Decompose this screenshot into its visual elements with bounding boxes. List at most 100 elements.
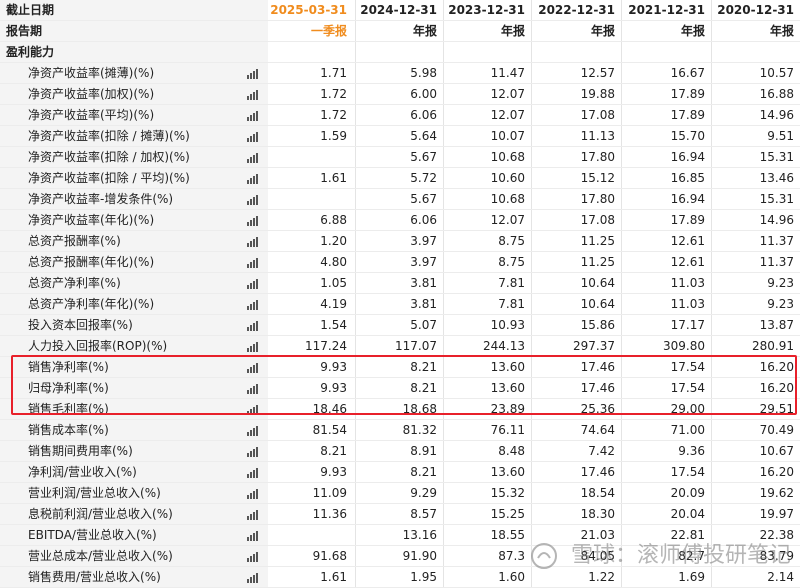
- table-row: 投入资本回报率(%) 1.54 5.07 10.93 15.86 17.17 13.87: [0, 315, 800, 336]
- value-cell: 3.97: [355, 231, 443, 251]
- value-cell: 11.03: [621, 273, 711, 293]
- date-col-4[interactable]: 2021-12-31: [621, 0, 711, 20]
- bar-chart-icon[interactable]: [247, 279, 259, 289]
- section-empty: [355, 42, 443, 62]
- value-cell: 17.17: [621, 315, 711, 335]
- value-cell: 12.07: [443, 84, 531, 104]
- row-label: 总资产报酬率(%): [0, 231, 268, 251]
- value-cell: 5.67: [355, 189, 443, 209]
- value-cell: 7.81: [443, 294, 531, 314]
- value-cell: 11.09: [312, 486, 347, 500]
- value-cell: [268, 189, 355, 209]
- bar-chart-icon[interactable]: [247, 69, 259, 79]
- value-cell: 16.67: [621, 63, 711, 83]
- date-col-1[interactable]: 2024-12-31: [355, 0, 443, 20]
- table-row: 营业利润/营业总收入(%) 11.09 9.29 15.32 18.54 20.09 19.…: [0, 483, 800, 504]
- bar-chart-icon[interactable]: [247, 216, 259, 226]
- value-cell: 11.47: [443, 63, 531, 83]
- value-cell: 17.89: [621, 105, 711, 125]
- bar-chart-icon[interactable]: [247, 531, 259, 541]
- table-row: 总资产报酬率(%) 1.20 3.97 8.75 11.25 12.61 11.37: [0, 231, 800, 252]
- value-cell: 3.81: [355, 294, 443, 314]
- value-cell: 81.32: [355, 420, 443, 440]
- date-col-3[interactable]: 2022-12-31: [531, 0, 621, 20]
- value-cell: 74.64: [531, 420, 621, 440]
- row-label-text: 净资产收益率-增发条件(%): [28, 192, 174, 206]
- bar-chart-icon[interactable]: [247, 573, 259, 583]
- bar-chart-icon[interactable]: [247, 174, 259, 184]
- value-cell: 91.90: [355, 546, 443, 566]
- row-label-text: 总资产报酬率(%): [28, 234, 121, 248]
- table-row: 净资产收益率(年化)(%) 6.88 6.06 12.07 17.08 17.89 14.9…: [0, 210, 800, 231]
- period-header-label: 报告期: [0, 21, 268, 41]
- bar-chart-icon[interactable]: [247, 510, 259, 520]
- table-row: 净资产收益率(加权)(%) 1.72 6.00 12.07 19.88 17.89 16.8…: [0, 84, 800, 105]
- financial-indicator-table: 截止日期 2025-03-31 2024-12-31 2023-12-31 20…: [0, 0, 800, 588]
- value-cell: 19.97: [711, 504, 800, 524]
- bar-chart-icon[interactable]: [247, 153, 259, 163]
- value-cell: 1.95: [355, 567, 443, 587]
- row-label-text: 净资产收益率(扣除 / 加权)(%): [28, 150, 190, 164]
- row-label-text: 净资产收益率(摊薄)(%): [28, 66, 155, 80]
- bar-chart-icon[interactable]: [247, 258, 259, 268]
- value-cell: [268, 525, 355, 545]
- table-row: 净资产收益率(扣除 / 摊薄)(%) 1.59 5.64 10.07 11.13 15.7…: [0, 126, 800, 147]
- row-label-text: 投入资本回报率(%): [28, 318, 133, 332]
- value-cell: 17.80: [531, 189, 621, 209]
- value-cell: 6.88: [320, 213, 347, 227]
- bar-chart-icon[interactable]: [247, 342, 259, 352]
- row-label: 投入资本回报率(%): [0, 315, 268, 335]
- bar-chart-icon[interactable]: [247, 468, 259, 478]
- bar-chart-icon[interactable]: [247, 447, 259, 457]
- bar-chart-icon[interactable]: [247, 111, 259, 121]
- value-cell: 7.42: [531, 441, 621, 461]
- row-label-text: 销售费用/营业总收入(%): [28, 570, 161, 584]
- value-cell: 8.75: [443, 231, 531, 251]
- bar-chart-icon[interactable]: [247, 552, 259, 562]
- value-cell: 5.67: [355, 147, 443, 167]
- bar-chart-icon[interactable]: [247, 132, 259, 142]
- row-label: 净资产收益率-增发条件(%): [0, 189, 268, 209]
- bar-chart-icon[interactable]: [247, 195, 259, 205]
- value-cell: 5.98: [355, 63, 443, 83]
- value-cell: 244.13: [443, 336, 531, 356]
- value-cell: 3.81: [355, 273, 443, 293]
- value-cell: 11.13: [531, 126, 621, 146]
- period-type-2: 年报: [443, 21, 531, 41]
- value-cell: 16.88: [711, 84, 800, 104]
- value-cell: 3.97: [355, 252, 443, 272]
- value-cell: 10.64: [531, 294, 621, 314]
- value-cell: 14.96: [711, 105, 800, 125]
- date-col-5[interactable]: 2020-12-31: [711, 0, 800, 20]
- value-cell: 10.07: [443, 126, 531, 146]
- date-col-0[interactable]: 2025-03-31: [268, 0, 355, 20]
- value-cell: 19.88: [531, 84, 621, 104]
- value-cell: 117.07: [355, 336, 443, 356]
- value-cell: 10.57: [711, 63, 800, 83]
- value-cell: 5.72: [355, 168, 443, 188]
- bar-chart-icon[interactable]: [247, 426, 259, 436]
- bar-chart-icon[interactable]: [247, 489, 259, 499]
- bar-chart-icon[interactable]: [247, 300, 259, 310]
- section-empty: [268, 42, 355, 62]
- value-cell: 11.37: [711, 231, 800, 251]
- row-label-text: 净资产收益率(加权)(%): [28, 87, 155, 101]
- row-label: 销售期间费用率(%): [0, 441, 268, 461]
- value-cell: 18.55: [443, 525, 531, 545]
- bar-chart-icon[interactable]: [247, 321, 259, 331]
- row-label-text: 营业总成本/营业总收入(%): [28, 549, 173, 563]
- value-cell: 15.32: [443, 483, 531, 503]
- value-cell: 1.54: [320, 318, 347, 332]
- bar-chart-icon[interactable]: [247, 237, 259, 247]
- value-cell: 12.07: [443, 105, 531, 125]
- bar-chart-icon[interactable]: [247, 90, 259, 100]
- table-row: 总资产净利率(年化)(%) 4.19 3.81 7.81 10.64 11.03 9.23: [0, 294, 800, 315]
- value-cell: 9.51: [711, 126, 800, 146]
- value-cell: 9.93: [320, 465, 347, 479]
- row-label-text: 总资产净利率(年化)(%): [28, 297, 155, 311]
- value-cell: 1.59: [320, 129, 347, 143]
- date-col-2[interactable]: 2023-12-31: [443, 0, 531, 20]
- value-cell: 1.20: [320, 234, 347, 248]
- value-cell: 10.64: [531, 273, 621, 293]
- table-row: 销售期间费用率(%) 8.21 8.91 8.48 7.42 9.36 10.67: [0, 441, 800, 462]
